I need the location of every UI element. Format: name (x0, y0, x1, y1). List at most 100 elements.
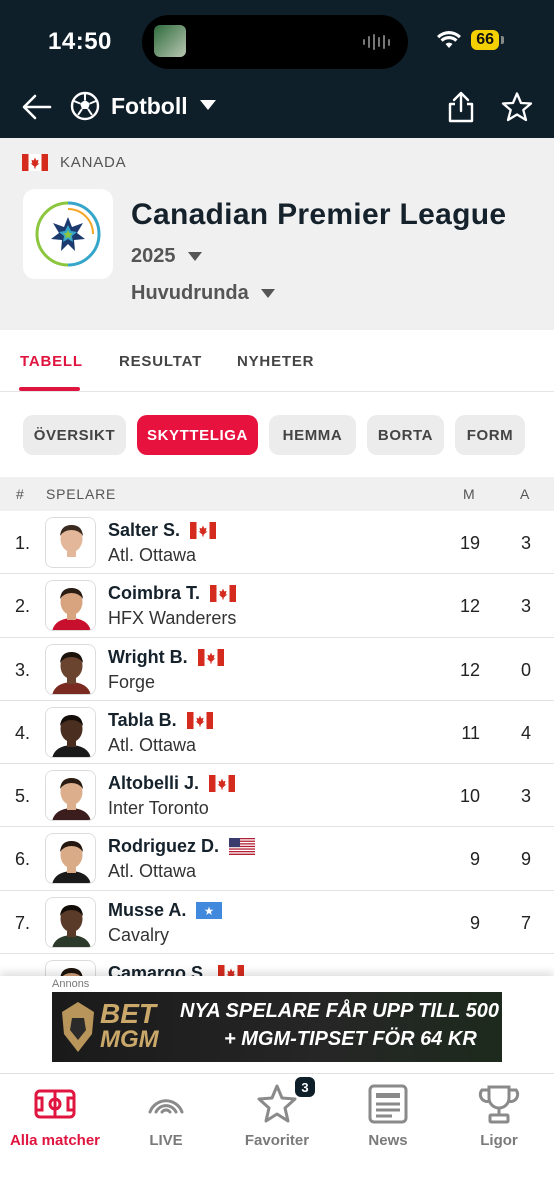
chevron-down-icon (260, 289, 275, 298)
player-name: Salter S. (108, 520, 181, 540)
audio-wave-icon (363, 33, 390, 51)
assists-value: 3 (520, 596, 531, 617)
tab-nyheter[interactable]: NYHETER (237, 353, 314, 370)
country-name: KANADA (60, 154, 127, 171)
tab-bar: TABELL RESULTAT NYHETER (0, 330, 554, 392)
player-name: Musse A. (108, 899, 187, 920)
nav-live[interactable]: LIVE (111, 1082, 221, 1149)
table-row[interactable]: 7. Musse A. Cavalry 9 7 (0, 890, 554, 955)
battery-icon (501, 36, 504, 44)
somalia-flag-icon (196, 901, 223, 919)
player-avatar (45, 833, 96, 885)
active-tab-indicator (19, 387, 80, 391)
nav-label: Alla matcher (9, 1132, 101, 1149)
row-rank: 6. (15, 849, 31, 870)
usa-flag-icon (229, 838, 255, 856)
dynamic-island (142, 15, 408, 69)
player-avatar (45, 896, 96, 948)
nav-alla-matcher[interactable]: Alla matcher (0, 1082, 110, 1149)
player-photo-icon (46, 644, 95, 694)
table-row[interactable]: 1. Salter S. Atl. Ottawa 19 3 (0, 511, 554, 575)
lion-logo-icon (62, 1002, 94, 1052)
season-selector[interactable]: 2025 (131, 245, 202, 268)
chevron-down-icon[interactable] (200, 100, 216, 110)
canada-flag-icon (209, 775, 236, 793)
player-photo-icon (46, 771, 95, 821)
share-icon[interactable] (446, 90, 476, 124)
nav-label: LIVE (149, 1132, 183, 1149)
sport-selector-label[interactable]: Fotboll (111, 93, 188, 120)
news-icon (368, 1084, 408, 1124)
round-selector[interactable]: Huvudrunda (131, 282, 275, 305)
league-logo (23, 189, 113, 279)
matches-value: 10 (459, 786, 480, 807)
star-icon[interactable] (501, 91, 533, 123)
canada-flag-icon (197, 648, 224, 666)
player-avatar (45, 643, 96, 695)
table-row[interactable]: 6. Rodriguez D. Atl. Ottawa 9 9 (0, 827, 554, 891)
team-name: HFX Wanderers (108, 608, 237, 629)
tab-tabell[interactable]: TABELL (20, 353, 83, 370)
league-header: KANADA Canadian Premier League 2025 Huvu… (0, 138, 554, 330)
filter-form[interactable]: FORM (455, 415, 525, 455)
table-row[interactable]: 5. Altobelli J. Inter Toronto 10 3 (0, 764, 554, 828)
filter-skytteliga[interactable]: SKYTTELIGA (137, 415, 258, 455)
table-row[interactable]: 3. Wright B. Forge 12 0 (0, 637, 554, 701)
filter-hemma[interactable]: HEMMA (269, 415, 356, 455)
player-name-row: Coimbra T. (108, 583, 237, 604)
table-header: # SPELARE M A (0, 477, 554, 511)
canada-flag-icon (22, 154, 48, 171)
canada-flag-icon (210, 585, 237, 603)
back-arrow-icon[interactable] (20, 90, 54, 124)
canada-flag-icon (190, 522, 217, 539)
top-bar: 14:50 66 Fotboll (0, 0, 554, 138)
player-avatar (45, 580, 96, 632)
matches-value: 9 (469, 849, 480, 870)
player-name-row: Rodriguez D. (108, 836, 255, 857)
pitch-icon (34, 1089, 76, 1119)
ad-container: Annons BET MGM NYA SPELARE FÅR UPP TILL … (0, 976, 554, 1073)
player-name-row: Musse A. (108, 899, 223, 921)
table-row[interactable]: 4. Tabla B. Atl. Ottawa 11 4 (0, 700, 554, 765)
nav-label: Favoriter (244, 1132, 310, 1149)
player-photo-icon (46, 581, 95, 631)
chevron-down-icon (187, 252, 202, 261)
header-rank: # (16, 486, 25, 502)
row-rank: 3. (15, 659, 31, 680)
player-name: Rodriguez D. (108, 836, 219, 857)
country-row: KANADA (22, 154, 127, 171)
tab-resultat[interactable]: RESULTAT (119, 353, 202, 370)
team-name: Atl. Ottawa (108, 545, 197, 565)
assists-value: 4 (520, 722, 531, 743)
row-rank: 1. (15, 533, 31, 553)
player-photo-icon (46, 707, 95, 757)
ad-label: Annons (52, 978, 90, 990)
assists-value: 7 (520, 912, 531, 933)
filter-borta[interactable]: BORTA (367, 415, 444, 455)
ad-banner[interactable]: BET MGM NYA SPELARE FÅR UPP TILL 500 KR … (52, 992, 502, 1062)
player-photo-icon (46, 518, 95, 567)
nav-news[interactable]: News (333, 1082, 443, 1149)
row-rank: 5. (15, 786, 31, 807)
row-rank: 4. (15, 722, 31, 743)
matches-value: 12 (459, 596, 480, 617)
team-name: Inter Toronto (108, 798, 209, 819)
filter-chips: ÖVERSIKT SKYTTELIGA HEMMA BORTA FORM (0, 393, 554, 477)
football-icon[interactable] (70, 91, 100, 121)
ad-brand-bottom: MGM (100, 1026, 159, 1053)
row-rank: 2. (15, 596, 31, 617)
matches-value: 11 (461, 722, 480, 743)
filter-oversikt[interactable]: ÖVERSIKT (23, 415, 126, 455)
row-rank: 7. (15, 912, 31, 933)
header-matches: M (463, 486, 476, 502)
player-avatar (45, 770, 96, 822)
assists-value: 3 (520, 533, 531, 553)
now-playing-thumbnail (154, 25, 186, 57)
player-photo-icon (46, 834, 95, 884)
round-label: Huvudrunda (131, 282, 249, 304)
nav-ligor[interactable]: Ligor (444, 1082, 554, 1149)
nav-favoriter[interactable]: Favoriter (222, 1082, 332, 1149)
header-assists: A (520, 486, 531, 502)
table-row[interactable]: 2. Coimbra T. HFX Wanderers 12 3 (0, 574, 554, 638)
player-avatar (45, 517, 96, 568)
